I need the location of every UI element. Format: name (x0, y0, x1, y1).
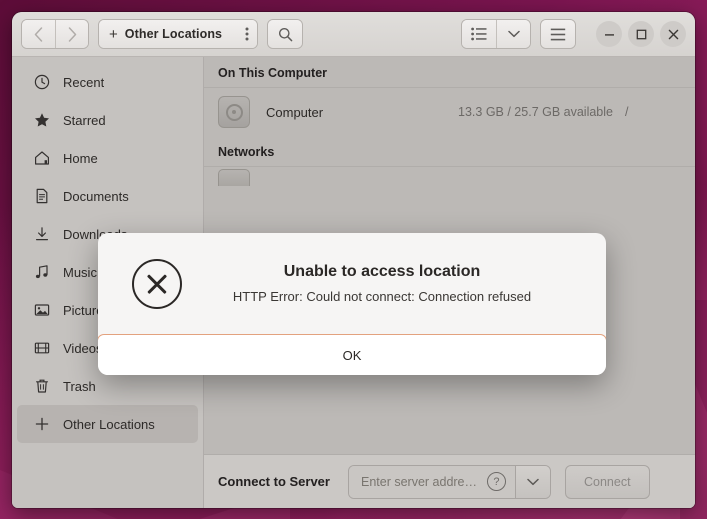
help-circle-icon[interactable]: ? (486, 472, 506, 491)
network-place-icon-partial[interactable] (218, 169, 250, 186)
chevron-down-icon (507, 30, 520, 38)
video-icon (31, 340, 53, 356)
view-mode-group (461, 19, 531, 49)
chevron-right-icon (68, 26, 76, 42)
place-path: / (625, 105, 629, 119)
chevron-down-icon (527, 478, 539, 485)
path-label: Other Locations (124, 27, 223, 41)
divider (204, 166, 695, 167)
sidebar-item-label: Videos (63, 340, 103, 356)
sidebar-item-label: Starred (63, 112, 106, 128)
list-view-button[interactable] (462, 20, 496, 48)
main-menu-group (540, 19, 576, 49)
connect-button[interactable]: Connect (564, 464, 650, 499)
dialog-detail-message: HTTP Error: Could not connect: Connectio… (232, 289, 532, 304)
header-bar: + Other Locations (12, 12, 695, 57)
server-address-input[interactable] (358, 473, 485, 490)
sidebar-item-label: Other Locations (63, 416, 155, 432)
section-header-networks: Networks (218, 145, 275, 159)
drive-harddisk-icon (218, 96, 250, 128)
sidebar-item-label: Trash (63, 378, 96, 394)
dialog-title: Unable to access location (283, 263, 481, 280)
search-button-group (267, 19, 303, 49)
download-icon (31, 226, 53, 242)
sidebar-item-label: Home (63, 150, 98, 166)
hamburger-menu-icon (550, 28, 566, 40)
plus-icon: + (109, 25, 118, 43)
minimize-icon (604, 33, 614, 36)
dialog-text-block: Unable to access location HTTP Error: Co… (198, 263, 586, 304)
plus-icon (31, 416, 53, 432)
sidebar-item-label: Documents (63, 188, 129, 204)
forward-button[interactable] (55, 20, 88, 48)
back-button[interactable] (22, 20, 55, 48)
music-icon (31, 264, 53, 280)
options-menu-button[interactable] (232, 20, 257, 48)
sidebar-item-other-locations[interactable]: Other Locations (17, 405, 198, 443)
connect-to-server-bar: Connect to Server ? Connect (204, 454, 695, 508)
clock-icon (31, 74, 53, 90)
trash-icon (31, 378, 53, 394)
window-body: Recent Starred Home Documents Downloads … (12, 57, 695, 508)
server-address-entry-group: ? (347, 464, 551, 499)
list-view-icon (471, 27, 487, 41)
path-button-other-locations[interactable]: + Other Locations (99, 20, 233, 48)
sidebar-item-label: Music (63, 264, 97, 280)
maximize-button[interactable] (628, 21, 654, 47)
close-icon (668, 29, 678, 39)
sidebar-item-home[interactable]: Home (17, 139, 198, 177)
sidebar-item-starred[interactable]: Starred (17, 101, 198, 139)
path-bar-group: + Other Locations (98, 19, 258, 49)
server-address-field[interactable]: ? (348, 465, 515, 498)
section-header-on-this-computer: On This Computer (218, 66, 328, 80)
maximize-icon (636, 29, 646, 39)
navigation-button-group (21, 19, 89, 49)
place-free-space: 13.3 GB / 25.7 GB available (458, 105, 613, 119)
document-icon (31, 188, 53, 204)
search-button[interactable] (268, 20, 302, 48)
search-icon (278, 27, 292, 41)
picture-icon (31, 302, 53, 318)
sidebar-item-label: Recent (63, 74, 105, 90)
dialog-action-area: OK (98, 334, 606, 375)
place-row-computer[interactable]: Computer 13.3 GB / 25.7 GB available / (204, 88, 695, 136)
file-manager-window: + Other Locations Recent Starred Home Do… (12, 12, 695, 508)
star-icon (31, 112, 53, 128)
vertical-dots-icon (245, 27, 249, 41)
ok-button[interactable]: OK (319, 344, 386, 367)
view-options-dropdown-button[interactable] (496, 20, 530, 48)
sidebar-item-recent[interactable]: Recent (17, 63, 198, 101)
minimize-button[interactable] (596, 21, 622, 47)
error-circle-x-icon (132, 258, 182, 309)
dialog-message-area: Unable to access location HTTP Error: Co… (98, 233, 606, 334)
home-icon (31, 150, 53, 166)
server-history-dropdown-button[interactable] (514, 465, 550, 498)
error-dialog: Unable to access location HTTP Error: Co… (98, 233, 606, 375)
sidebar-item-documents[interactable]: Documents (17, 177, 198, 215)
connect-to-server-label: Connect to Server (218, 474, 330, 489)
hamburger-menu-button[interactable] (541, 20, 575, 48)
place-name: Computer (266, 104, 324, 120)
chevron-left-icon (34, 26, 43, 42)
close-button[interactable] (660, 21, 686, 47)
